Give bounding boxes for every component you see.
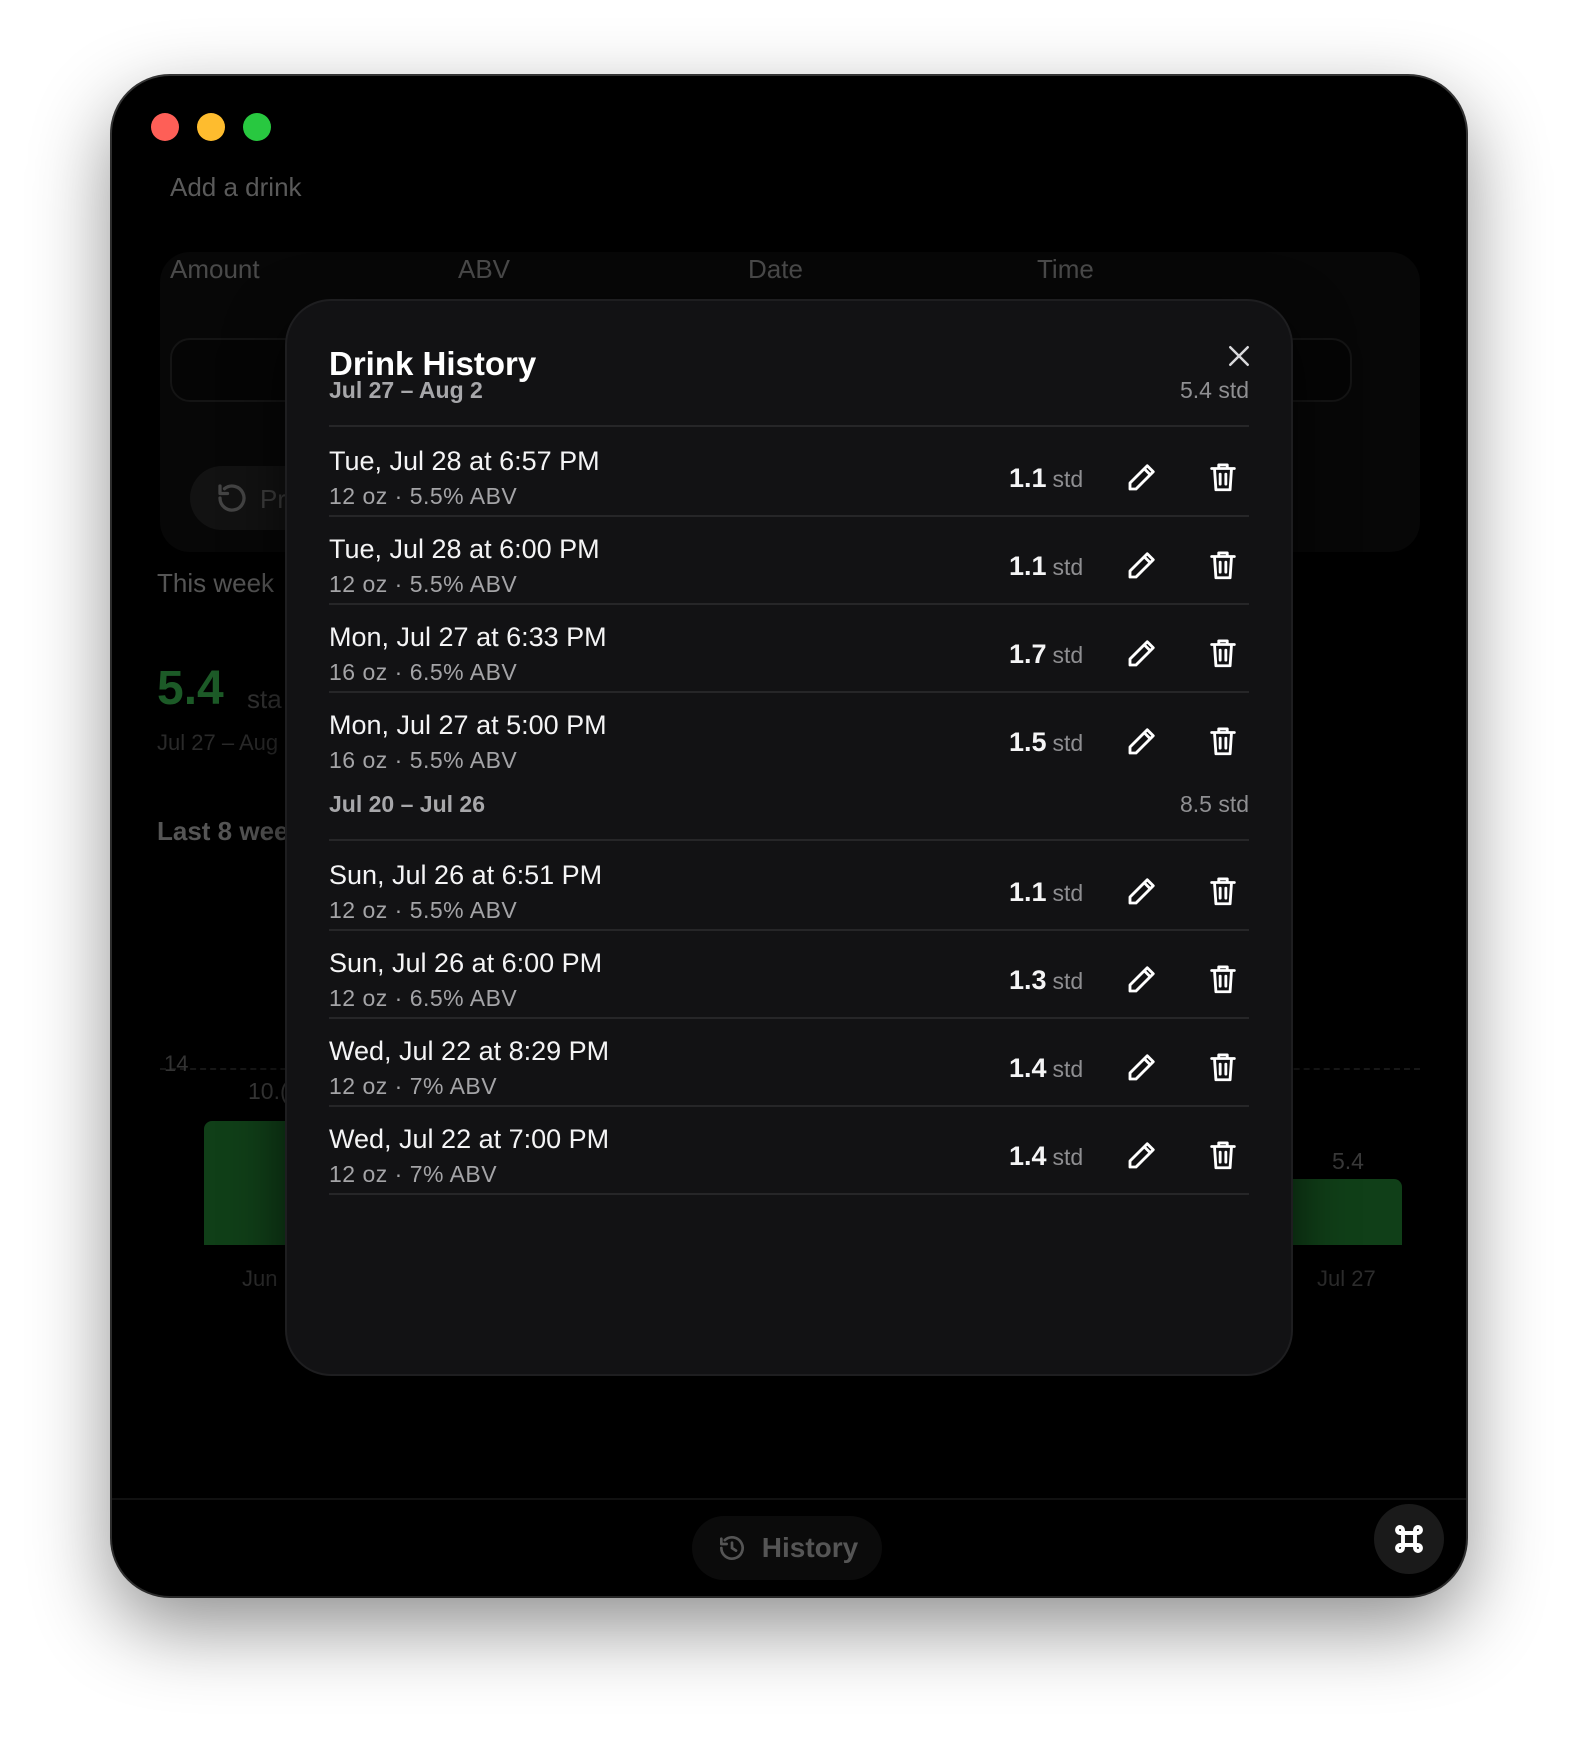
entry-std-value: 1.1 xyxy=(1009,877,1047,907)
trash-icon[interactable] xyxy=(1206,961,1240,997)
preset-label-fragment: Pr xyxy=(260,484,286,514)
entry-detail: 16 oz · 5.5% ABV xyxy=(329,747,518,773)
history-entry: Tue, Jul 28 at 6:57 PM 12 oz · 5.5% ABV … xyxy=(329,429,1249,517)
week-group-header: Jul 27 – Aug 2 5.4 std xyxy=(329,377,1249,427)
abv-label: ABV xyxy=(458,254,511,284)
last-weeks-heading: Last 8 wee xyxy=(157,816,289,846)
this-week-unit: sta xyxy=(247,684,282,714)
entry-std-value: 1.4 xyxy=(1009,1141,1047,1171)
this-week-range: Jul 27 – Aug xyxy=(157,730,279,755)
entry-std-value: 1.1 xyxy=(1009,463,1047,493)
entry-std: 1.1 std xyxy=(1009,463,1083,494)
entry-detail: 16 oz · 6.5% ABV xyxy=(329,659,518,685)
entry-datetime: Mon, Jul 27 at 5:00 PM xyxy=(329,710,607,740)
pencil-icon[interactable] xyxy=(1124,635,1160,671)
entry-datetime: Wed, Jul 22 at 7:00 PM xyxy=(329,1124,610,1154)
close-icon[interactable] xyxy=(1224,341,1254,371)
command-button[interactable] xyxy=(1374,1504,1444,1574)
entry-detail: 12 oz · 5.5% ABV xyxy=(329,571,518,597)
entry-detail: 12 oz · 7% ABV xyxy=(329,1073,498,1099)
date-label: Date xyxy=(748,254,803,284)
entry-std: 1.3 std xyxy=(1009,965,1083,996)
entry-std-unit: std xyxy=(1052,1056,1084,1082)
week-total: 5.4 std xyxy=(1179,377,1249,403)
trash-icon[interactable] xyxy=(1206,547,1240,583)
history-entry: Wed, Jul 22 at 8:29 PM 12 oz · 7% ABV 1.… xyxy=(329,1019,1249,1107)
trash-icon[interactable] xyxy=(1206,1049,1240,1085)
trash-icon[interactable] xyxy=(1206,459,1240,495)
entry-datetime: Sun, Jul 26 at 6:51 PM xyxy=(329,860,603,890)
entry-detail: 12 oz · 5.5% ABV xyxy=(329,897,518,923)
amount-label: Amount xyxy=(170,254,260,284)
entry-std-value: 1.5 xyxy=(1009,727,1047,757)
entry-datetime: Tue, Jul 28 at 6:57 PM xyxy=(329,446,600,476)
entry-std-unit: std xyxy=(1052,880,1084,906)
chart-axis-right: Jul 27 xyxy=(1317,1266,1376,1291)
this-week-value: 5.4 xyxy=(157,662,224,715)
history-button-label: History xyxy=(761,1532,859,1563)
drink-history-modal: Drink History Jul 27 – Aug 2 5.4 std Jul… xyxy=(287,301,1291,1374)
entry-std-value: 1.4 xyxy=(1009,1053,1047,1083)
week-range: Jul 27 – Aug 2 xyxy=(329,377,483,403)
pencil-icon[interactable] xyxy=(1124,723,1160,759)
pencil-icon[interactable] xyxy=(1124,1137,1160,1173)
chart-axis-left: Jun xyxy=(242,1266,278,1291)
entry-std: 1.4 std xyxy=(1009,1141,1083,1172)
pencil-icon[interactable] xyxy=(1124,459,1160,495)
pencil-icon[interactable] xyxy=(1124,961,1160,997)
entry-datetime: Sun, Jul 26 at 6:00 PM xyxy=(329,948,603,978)
entry-detail: 12 oz · 6.5% ABV xyxy=(329,985,518,1011)
trash-icon[interactable] xyxy=(1206,873,1240,909)
entry-std: 1.7 std xyxy=(1009,639,1083,670)
entry-std-unit: std xyxy=(1052,730,1084,756)
week-total: 8.5 std xyxy=(1179,791,1249,817)
trash-icon[interactable] xyxy=(1206,723,1240,759)
time-label: Time xyxy=(1037,254,1094,284)
entry-detail: 12 oz · 5.5% ABV xyxy=(329,483,518,509)
trash-icon[interactable] xyxy=(1206,635,1240,671)
week-group-header: Jul 20 – Jul 26 8.5 std xyxy=(329,791,1249,841)
bar-label-right: 5.4 xyxy=(1332,1148,1364,1174)
footer-divider xyxy=(112,1498,1466,1500)
history-entry: Tue, Jul 28 at 6:00 PM 12 oz · 5.5% ABV … xyxy=(329,517,1249,605)
pencil-icon[interactable] xyxy=(1124,873,1160,909)
entry-std-unit: std xyxy=(1052,968,1084,994)
history-button[interactable]: History xyxy=(692,1516,882,1580)
history-icon xyxy=(719,1536,744,1560)
history-entry: Sun, Jul 26 at 6:51 PM 12 oz · 5.5% ABV … xyxy=(329,843,1249,931)
entry-std-unit: std xyxy=(1052,642,1084,668)
entry-std-value: 1.7 xyxy=(1009,639,1047,669)
entry-std: 1.1 std xyxy=(1009,551,1083,582)
entry-std-value: 1.3 xyxy=(1009,965,1047,995)
chart-bar-right xyxy=(1282,1179,1402,1245)
week-range: Jul 20 – Jul 26 xyxy=(329,791,485,817)
entry-std: 1.5 std xyxy=(1009,727,1083,758)
add-drink-heading: Add a drink xyxy=(170,172,302,202)
entry-std: 1.4 std xyxy=(1009,1053,1083,1084)
history-entry: Mon, Jul 27 at 5:00 PM 16 oz · 5.5% ABV … xyxy=(329,693,1249,781)
this-week-label: This week xyxy=(157,568,275,598)
entry-std: 1.1 std xyxy=(1009,877,1083,908)
trash-icon[interactable] xyxy=(1206,1137,1240,1173)
entry-datetime: Tue, Jul 28 at 6:00 PM xyxy=(329,534,600,564)
entry-std-value: 1.1 xyxy=(1009,551,1047,581)
entry-datetime: Wed, Jul 22 at 8:29 PM xyxy=(329,1036,610,1066)
history-entry: Mon, Jul 27 at 6:33 PM 16 oz · 6.5% ABV … xyxy=(329,605,1249,693)
entry-detail: 12 oz · 7% ABV xyxy=(329,1161,498,1187)
command-icon xyxy=(1395,1525,1423,1553)
pencil-icon[interactable] xyxy=(1124,547,1160,583)
entry-std-unit: std xyxy=(1052,466,1084,492)
history-entry: Sun, Jul 26 at 6:00 PM 12 oz · 6.5% ABV … xyxy=(329,931,1249,1019)
entry-std-unit: std xyxy=(1052,1144,1084,1170)
chart-axis-max: 14 xyxy=(164,1051,189,1076)
refresh-icon xyxy=(218,484,246,512)
history-entry: Wed, Jul 22 at 7:00 PM 12 oz · 7% ABV 1.… xyxy=(329,1107,1249,1195)
bar-label-left: 10.( xyxy=(248,1078,288,1104)
pencil-icon[interactable] xyxy=(1124,1049,1160,1085)
entry-datetime: Mon, Jul 27 at 6:33 PM xyxy=(329,622,607,652)
entry-std-unit: std xyxy=(1052,554,1084,580)
